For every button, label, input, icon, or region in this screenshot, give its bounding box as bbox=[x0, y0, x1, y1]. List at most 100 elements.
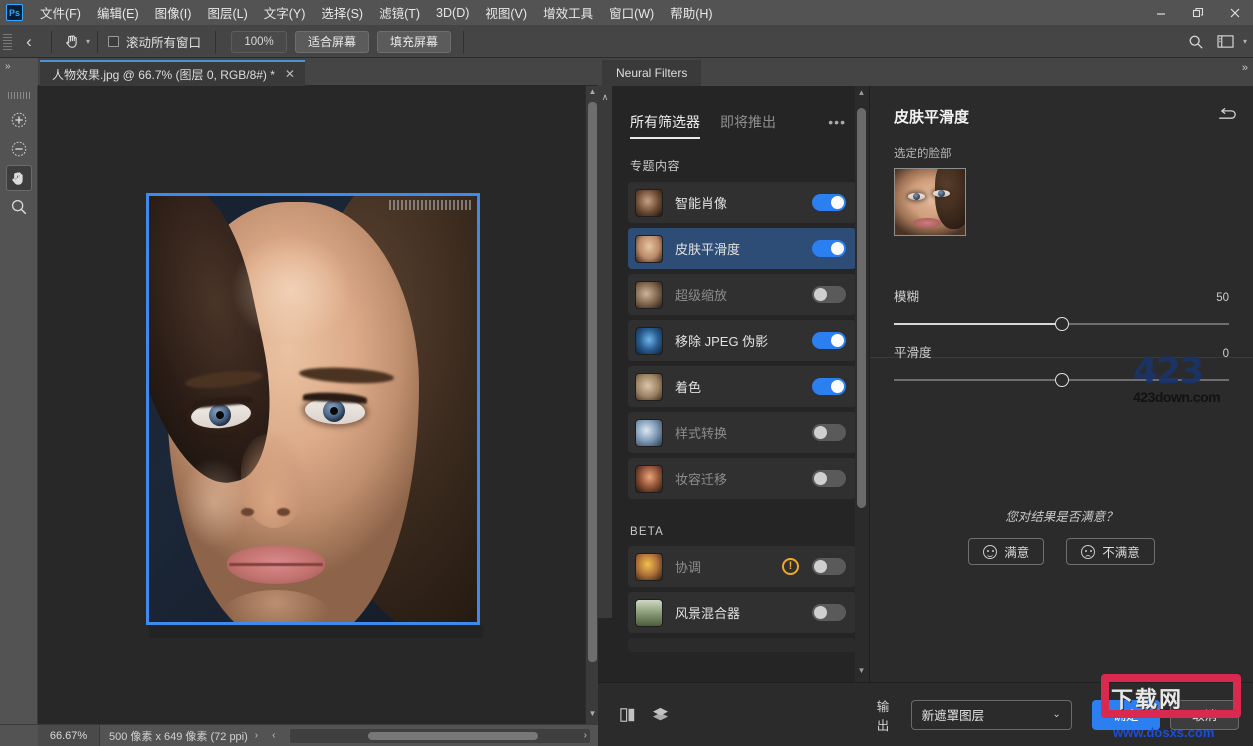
fill-screen-button[interactable]: 填充屏幕 bbox=[377, 31, 451, 53]
button-label: 满意 bbox=[1004, 542, 1029, 561]
cancel-button[interactable]: 取消 bbox=[1170, 700, 1239, 730]
filter-row-makeup-transfer[interactable]: 妆容迁移 bbox=[628, 458, 856, 499]
expand-dock-icon[interactable]: » bbox=[5, 61, 10, 72]
menu-item-view[interactable]: 视图(V) bbox=[477, 0, 535, 25]
filter-toggle[interactable] bbox=[812, 424, 846, 441]
section-header-beta: BETA bbox=[612, 504, 868, 546]
menu-item-help[interactable]: 帮助(H) bbox=[662, 0, 720, 25]
filter-row-skin-smoothing[interactable]: 皮肤平滑度 bbox=[628, 228, 856, 269]
scroll-down-icon[interactable]: ▼ bbox=[855, 666, 868, 680]
zoom-value-field[interactable]: 100% bbox=[231, 31, 287, 53]
zoom-out-tool-icon[interactable] bbox=[6, 136, 32, 162]
close-button[interactable] bbox=[1216, 0, 1253, 26]
output-select[interactable]: 新遮罩图层 ⌄ bbox=[911, 700, 1072, 730]
menu-item-file[interactable]: 文件(F) bbox=[32, 0, 89, 25]
filter-toggle[interactable] bbox=[812, 286, 846, 303]
canvas-vertical-scrollbar[interactable]: ▲ ▼ bbox=[585, 86, 598, 724]
tab-neural-filters[interactable]: Neural Filters bbox=[602, 60, 701, 86]
filter-toggle[interactable] bbox=[812, 558, 846, 575]
selected-face-thumbnail[interactable] bbox=[894, 168, 966, 236]
filter-row-jpeg-artifacts[interactable]: 移除 JPEG 伪影 bbox=[628, 320, 856, 361]
zoom-thumb-icon bbox=[635, 281, 663, 309]
menu-item-layer[interactable]: 图层(L) bbox=[199, 0, 255, 25]
warning-icon[interactable]: ! bbox=[782, 558, 799, 575]
scrollbar-thumb[interactable] bbox=[857, 108, 866, 508]
status-zoom-level[interactable]: 66.67% bbox=[38, 725, 100, 746]
hand-tool-icon[interactable] bbox=[59, 30, 85, 54]
slider-track[interactable] bbox=[894, 373, 1229, 387]
scroll-all-windows-checkbox[interactable]: 滚动所有窗口 bbox=[108, 32, 201, 51]
options-bar-grip[interactable] bbox=[3, 32, 12, 52]
reset-icon[interactable] bbox=[1217, 107, 1237, 127]
filter-toggle[interactable] bbox=[812, 470, 846, 487]
unsatisfied-button[interactable]: 不满意 bbox=[1066, 538, 1155, 565]
filter-row-style-transfer[interactable]: 样式转换 bbox=[628, 412, 856, 453]
hscroll-left-icon[interactable]: ‹ bbox=[265, 730, 282, 741]
collapse-panel-icon[interactable]: ∧ bbox=[598, 86, 612, 618]
canvas-horizontal-scrollbar[interactable] bbox=[290, 729, 590, 743]
fit-screen-button[interactable]: 适合屏幕 bbox=[295, 31, 369, 53]
filter-row-colorize[interactable]: 着色 bbox=[628, 366, 856, 407]
filter-list-scrollbar[interactable]: ▲ ▼ bbox=[855, 86, 868, 682]
status-chevron-icon[interactable]: › bbox=[248, 730, 265, 741]
filter-toggle[interactable] bbox=[812, 332, 846, 349]
magnifier-tool-icon[interactable] bbox=[6, 194, 32, 220]
filter-toggle[interactable] bbox=[812, 194, 846, 211]
image-nostril-right bbox=[277, 508, 290, 516]
overflow-menu-icon[interactable]: ••• bbox=[828, 114, 846, 130]
tools-dock-grip[interactable] bbox=[8, 92, 30, 99]
restore-button[interactable] bbox=[1179, 0, 1216, 26]
menu-item-filter[interactable]: 滤镜(T) bbox=[371, 0, 428, 25]
hscroll-right-icon[interactable]: › bbox=[577, 730, 594, 741]
scroll-up-icon[interactable]: ▲ bbox=[855, 88, 868, 102]
tab-coming-soon[interactable]: 即将推出 bbox=[720, 112, 776, 139]
satisfied-button[interactable]: 满意 bbox=[968, 538, 1044, 565]
layers-icon[interactable] bbox=[644, 700, 676, 730]
menu-item-window[interactable]: 窗口(W) bbox=[601, 0, 662, 25]
image-nostril-left bbox=[241, 508, 254, 516]
menu-item-3d[interactable]: 3D(D) bbox=[428, 3, 477, 23]
filter-row-harmonization[interactable]: 协调 ! bbox=[628, 546, 856, 587]
window-controls bbox=[1142, 0, 1253, 26]
filter-toggle[interactable] bbox=[812, 378, 846, 395]
slider-track[interactable] bbox=[894, 317, 1229, 331]
filter-row-super-zoom[interactable]: 超级缩放 bbox=[628, 274, 856, 315]
minimize-button[interactable] bbox=[1142, 0, 1179, 26]
photoshop-window: Ps 文件(F) 编辑(E) 图像(I) 图层(L) 文字(Y) 选择(S) 滤… bbox=[0, 0, 1253, 746]
makeup-thumb-icon bbox=[635, 465, 663, 493]
ok-button[interactable]: 确定 bbox=[1092, 700, 1161, 730]
menu-item-plugins[interactable]: 增效工具 bbox=[535, 0, 601, 25]
document-tab[interactable]: 人物效果.jpg @ 66.7% (图层 0, RGB/8#) * ✕ bbox=[40, 60, 305, 86]
search-icon[interactable] bbox=[1182, 29, 1210, 55]
slider-handle[interactable] bbox=[1055, 317, 1069, 331]
menu-item-select[interactable]: 选择(S) bbox=[313, 0, 371, 25]
hand-tool-icon[interactable] bbox=[6, 165, 32, 191]
workspace-icon[interactable] bbox=[1212, 29, 1240, 55]
filter-row-partial[interactable] bbox=[628, 638, 856, 652]
menu-item-edit[interactable]: 编辑(E) bbox=[89, 0, 147, 25]
scrollbar-thumb[interactable] bbox=[368, 732, 538, 740]
image-watermark bbox=[389, 200, 471, 210]
filter-row-smart-portrait[interactable]: 智能肖像 bbox=[628, 182, 856, 223]
menu-item-image[interactable]: 图像(I) bbox=[147, 0, 200, 25]
close-icon[interactable]: ✕ bbox=[285, 67, 295, 81]
zoom-in-tool-icon[interactable] bbox=[6, 107, 32, 133]
canvas-area[interactable] bbox=[38, 86, 598, 724]
filter-toggle[interactable] bbox=[812, 240, 846, 257]
canvas-image[interactable] bbox=[146, 193, 480, 625]
face-thumb-hair bbox=[935, 168, 966, 229]
workspace-caret-icon[interactable]: ▾ bbox=[1243, 37, 1247, 46]
colorize-thumb-icon bbox=[635, 373, 663, 401]
scrollbar-thumb[interactable] bbox=[588, 102, 597, 662]
filter-toggle[interactable] bbox=[812, 604, 846, 621]
back-arrow-icon[interactable]: ‹ bbox=[14, 27, 44, 57]
panel-expand-icon[interactable]: » bbox=[1242, 62, 1247, 74]
tab-all-filters[interactable]: 所有筛选器 bbox=[630, 112, 700, 139]
status-bar-grip bbox=[0, 725, 38, 746]
filter-row-landscape-mixer[interactable]: 风景混合器 bbox=[628, 592, 856, 633]
split-compare-icon[interactable] bbox=[612, 700, 644, 730]
menu-item-type[interactable]: 文字(Y) bbox=[256, 0, 314, 25]
divider bbox=[215, 31, 216, 53]
tool-options-caret-icon[interactable]: ▾ bbox=[86, 37, 90, 46]
slider-handle[interactable] bbox=[1055, 373, 1069, 387]
